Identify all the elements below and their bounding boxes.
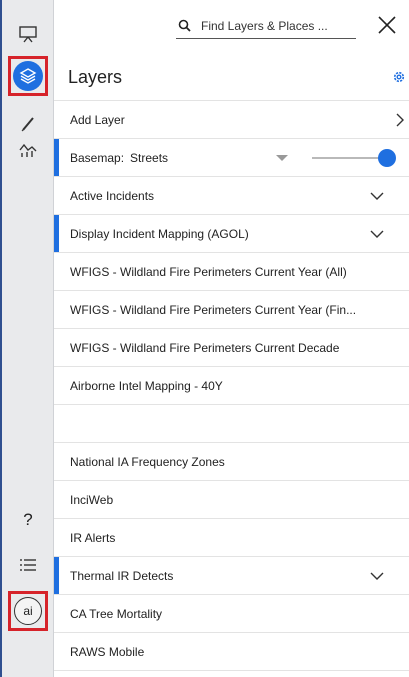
layer-label: WFIGS - Wildland Fire Perimeters Current… — [70, 264, 347, 279]
basemap-label: Basemap: — [70, 150, 125, 165]
layer-row[interactable]: Airborne Intel Mapping - 40Y — [54, 366, 409, 404]
layer-label: WFIGS - Wildland Fire Perimeters Current… — [70, 302, 357, 317]
analytics-button[interactable] — [8, 130, 48, 170]
panel-title: Layers — [68, 67, 123, 87]
search-box[interactable] — [176, 13, 356, 39]
chevron-down-icon[interactable] — [370, 230, 384, 238]
basemap-opacity-track[interactable] — [312, 157, 388, 159]
layer-row[interactable]: National IA Frequency Zones — [54, 442, 409, 480]
chevron-down-icon[interactable] — [370, 572, 384, 580]
layer-label: National IA Frequency Zones — [70, 454, 225, 469]
layer-row[interactable]: Thermal IR Detects — [54, 556, 409, 594]
layer-row[interactable]: RAWS Mobile — [54, 632, 409, 670]
ai-icon: ai — [14, 597, 42, 625]
basemap-opacity-thumb[interactable] — [378, 149, 396, 167]
close-icon[interactable] — [376, 14, 398, 36]
ai-button[interactable]: ai — [8, 591, 48, 631]
layers-icon — [19, 68, 37, 84]
layers-button-circle — [13, 61, 43, 91]
layer-label: Airborne Intel Mapping - 40Y — [70, 378, 223, 393]
layer-label: Thermal IR Detects — [70, 568, 174, 583]
layer-row[interactable]: CA Tree Mortality — [54, 594, 409, 632]
layer-row[interactable]: NowCoast Radar — [54, 670, 409, 677]
list-button[interactable] — [8, 545, 48, 585]
help-icon: ? — [23, 510, 33, 529]
left-rail: ? ai — [2, 0, 54, 677]
chevron-right-icon — [396, 113, 404, 127]
chevron-down-icon[interactable] — [370, 192, 384, 200]
layer-row[interactable]: WFIGS - Wildland Fire Perimeters Current… — [54, 290, 409, 328]
gear-icon[interactable] — [392, 70, 406, 84]
help-button[interactable]: ? — [8, 500, 48, 540]
layer-label: Display Incident Mapping (AGOL) — [70, 226, 249, 241]
layer-row[interactable]: WFIGS - Wildland Fire Perimeters Current… — [54, 252, 409, 290]
layer-label: CA Tree Mortality — [70, 606, 163, 621]
presentation-button[interactable] — [8, 14, 48, 54]
layer-label: Active Incidents — [70, 188, 155, 203]
layer-label: RAWS Mobile — [70, 644, 145, 659]
search-row — [54, 0, 409, 50]
search-input[interactable] — [201, 18, 351, 33]
layers-button[interactable] — [8, 56, 48, 96]
list-icon — [20, 559, 36, 571]
layer-row[interactable]: WFIGS - Wildland Fire Perimeters Current… — [54, 328, 409, 366]
add-layer-row[interactable]: Add Layer — [54, 100, 409, 138]
search-icon — [178, 19, 191, 32]
layer-row[interactable]: Display Incident Mapping (AGOL) — [54, 214, 409, 252]
chart-icon — [19, 143, 37, 157]
layer-row[interactable] — [54, 404, 409, 442]
layers-panel: Layers Add Layer Basemap: Streets Active — [54, 0, 409, 677]
panel-header: Layers — [54, 50, 409, 100]
layer-row[interactable]: IR Alerts — [54, 518, 409, 556]
basemap-dropdown-icon[interactable] — [276, 155, 288, 161]
layer-row[interactable]: Active Incidents — [54, 176, 409, 214]
basemap-value: Streets — [130, 150, 169, 165]
layer-label: WFIGS - Wildland Fire Perimeters Current… — [70, 340, 340, 355]
layer-label: IR Alerts — [70, 530, 116, 545]
add-layer-label: Add Layer — [70, 112, 125, 127]
basemap-row[interactable]: Basemap: Streets — [54, 138, 409, 176]
presentation-icon — [19, 26, 37, 43]
layer-list: Add Layer Basemap: Streets Active Incide… — [54, 100, 409, 677]
layer-row[interactable]: InciWeb — [54, 480, 409, 518]
layer-label: InciWeb — [70, 492, 114, 507]
app-window: ? ai Find Layers & Places ... Layers Add… — [0, 0, 409, 677]
